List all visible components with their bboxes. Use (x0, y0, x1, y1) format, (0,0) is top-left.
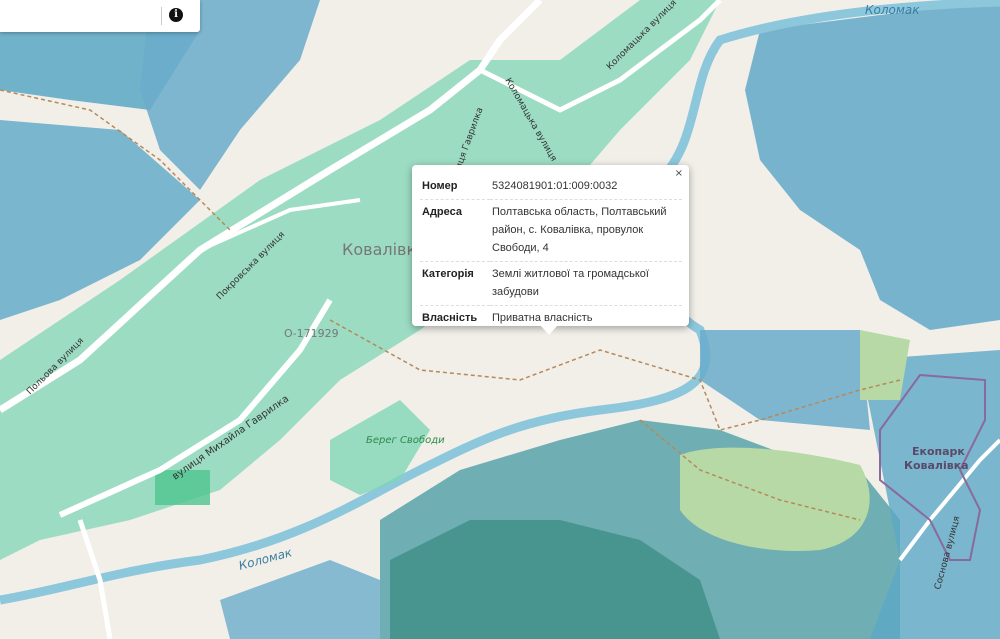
parcel-popup: × Номер 5324081901:01:009:0032 Адреса По… (412, 165, 689, 326)
row-key: Номер (420, 174, 490, 200)
row-value: Землі житлової та громадської забудови (490, 261, 682, 306)
row-value: Приватна власність (492, 312, 593, 324)
table-row: Адреса Полтавська область, Полтавський р… (420, 199, 682, 262)
info-icon[interactable]: i (169, 8, 183, 22)
label-road-ref: О-171929 (284, 327, 339, 340)
row-value: Полтавська область, Полтавський район, с… (490, 199, 682, 262)
search-separator (161, 7, 162, 25)
row-key: Категорія (420, 261, 490, 306)
label-park: Берег Свободи (366, 434, 445, 446)
popup-tip (540, 325, 558, 335)
label-kolomak-top: Коломак (865, 3, 920, 17)
row-key: Власність (422, 312, 478, 324)
search-box[interactable]: i (0, 0, 200, 32)
row-value: 5324081901:01:009:0032 (490, 174, 682, 200)
table-row: Категорія Землі житлової та громадської … (420, 261, 682, 306)
row-key: Адреса (420, 199, 490, 262)
label-ecopark-2: Ковалівка (904, 459, 969, 472)
parcel-info-table: Номер 5324081901:01:009:0032 Адреса Полт… (420, 174, 682, 331)
label-ecopark-1: Екопарк (912, 445, 965, 458)
table-row: Номер 5324081901:01:009:0032 (420, 174, 682, 200)
